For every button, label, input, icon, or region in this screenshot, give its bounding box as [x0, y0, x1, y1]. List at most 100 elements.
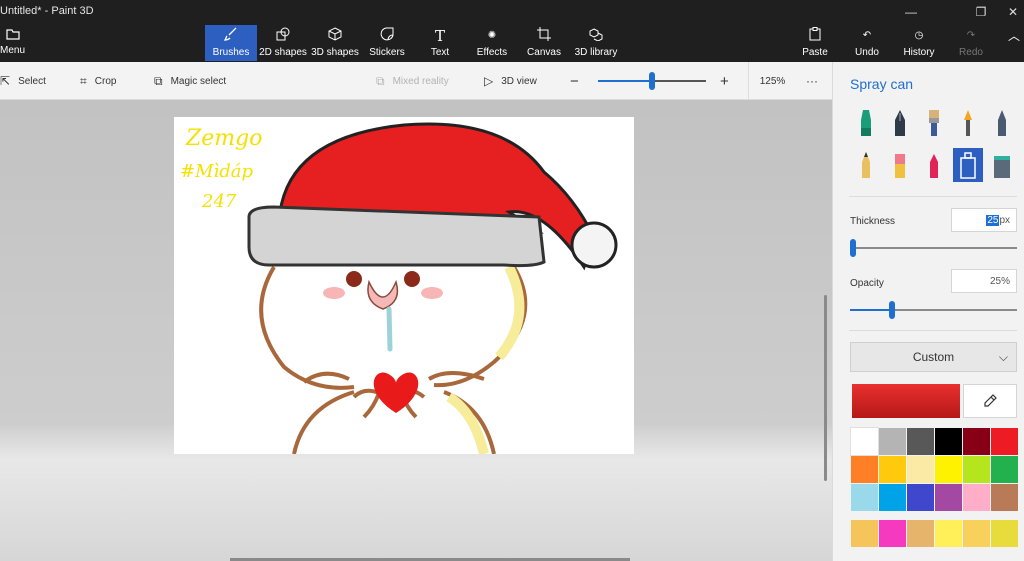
color-swatch-8[interactable] [879, 456, 906, 483]
color-swatch-10[interactable] [935, 456, 962, 483]
zoom-level[interactable]: 125% [748, 62, 796, 100]
brush-fill[interactable] [987, 148, 1017, 182]
custom-color-swatch-6[interactable] [991, 520, 1018, 547]
thickness-slider-thumb[interactable] [850, 239, 857, 257]
secondary-toolbar: ⇱ Select ⌗ Crop ⧉ Magic select ⧉ Mixed r… [0, 62, 832, 100]
paste-button[interactable]: Paste [796, 25, 834, 61]
tab-label: Text [430, 47, 450, 58]
color-swatch-17[interactable] [963, 484, 990, 511]
opacity-value: 25% [989, 275, 1010, 287]
color-swatch-4[interactable] [935, 428, 962, 455]
eyedropper-icon [984, 394, 997, 407]
custom-color-swatch-3[interactable] [907, 520, 934, 547]
3d-view-button[interactable]: ▷ 3D view [484, 62, 537, 100]
oil-brush-icon [929, 110, 939, 136]
brush-oil[interactable] [919, 106, 949, 140]
color-mode-dropdown[interactable]: Custom ⌵ [850, 342, 1017, 372]
color-swatch-12[interactable] [991, 456, 1018, 483]
custom-color-swatch-5[interactable] [963, 520, 990, 547]
history-label: History [903, 47, 935, 58]
vertical-scrollbar[interactable] [824, 295, 827, 481]
brush-watercolor[interactable] [953, 106, 983, 140]
brush-pixel-pen[interactable] [987, 106, 1017, 140]
crop-button[interactable]: ⌗ Crop [80, 62, 116, 100]
tab-stickers[interactable]: Stickers [364, 25, 410, 61]
color-swatch-18[interactable] [991, 484, 1018, 511]
history-icon: ◷ [914, 30, 924, 41]
thickness-slider[interactable] [850, 239, 1017, 257]
select-button[interactable]: ⇱ Select [0, 62, 46, 100]
mixed-reality-button[interactable]: ⧉ Mixed reality [376, 62, 449, 100]
calligraphy-pen-icon [895, 110, 905, 136]
more-options-button[interactable]: ··· [806, 62, 818, 100]
color-swatch-5[interactable] [963, 428, 990, 455]
canvas-icon [522, 27, 566, 45]
color-swatch-2[interactable] [879, 428, 906, 455]
color-swatch-3[interactable] [907, 428, 934, 455]
thickness-unit: px [999, 214, 1010, 226]
magic-select-button[interactable]: ⧉ Magic select [154, 62, 226, 100]
tab-effects[interactable]: ✺ Effects [470, 25, 514, 61]
brush-marker[interactable] [851, 106, 881, 140]
color-swatch-9[interactable] [907, 456, 934, 483]
brush-crayon[interactable] [919, 148, 949, 182]
crayon-icon [930, 154, 938, 178]
3d-library-icon [572, 27, 620, 45]
menu-button[interactable]: Menu [0, 26, 40, 60]
zoom-slider-thumb[interactable] [649, 72, 655, 90]
eyedropper-button[interactable] [963, 384, 1017, 418]
minimize-button[interactable]: — [888, 0, 934, 24]
tab-brushes[interactable]: Brushes [205, 25, 257, 61]
color-swatch-7[interactable] [851, 456, 878, 483]
color-swatch-1[interactable] [850, 427, 879, 456]
panel-title: Spray can [850, 76, 914, 92]
menu-label: Menu [0, 45, 26, 56]
zoom-in-button[interactable]: + [720, 62, 729, 100]
spray-can-icon [960, 152, 976, 179]
brush-eraser[interactable] [885, 148, 915, 182]
color-swatch-6[interactable] [991, 428, 1018, 455]
custom-color-swatch-1[interactable] [851, 520, 878, 547]
color-swatch-13[interactable] [851, 484, 878, 511]
zoom-slider[interactable] [598, 72, 706, 90]
custom-color-swatch-2[interactable] [879, 520, 906, 547]
collapse-button[interactable]: ︿ [1004, 25, 1024, 61]
artwork: Zemgo #Mìdáp 247 [180, 122, 618, 454]
tab-label: 2D shapes [259, 47, 307, 58]
custom-color-swatch-4[interactable] [935, 520, 962, 547]
tab-3d-library[interactable]: 3D library [572, 25, 620, 61]
folder-icon [6, 29, 20, 40]
color-swatch-11[interactable] [963, 456, 990, 483]
tab-2d-shapes[interactable]: 2D shapes [258, 25, 308, 61]
color-swatch-16[interactable] [935, 484, 962, 511]
color-swatch-14[interactable] [879, 484, 906, 511]
current-color[interactable] [852, 384, 960, 418]
drawing-canvas[interactable]: Zemgo #Mìdáp 247 [174, 117, 634, 454]
tab-text[interactable]: T Text [420, 25, 460, 61]
brush-pencil[interactable] [851, 148, 881, 182]
zoom-out-button[interactable]: − [570, 62, 579, 100]
brush-calligraphy-pen[interactable] [885, 106, 915, 140]
opacity-slider-thumb[interactable] [888, 301, 895, 319]
tab-canvas[interactable]: Canvas [522, 25, 566, 61]
opacity-slider[interactable] [850, 301, 1017, 319]
brush-spray-can[interactable] [953, 148, 983, 182]
redo-button[interactable]: ↷ Redo [952, 25, 990, 61]
mixed-reality-icon: ⧉ [376, 73, 385, 88]
undo-button[interactable]: ↶ Undo [848, 25, 886, 61]
opacity-input[interactable]: 25% [951, 269, 1017, 293]
tab-3d-shapes[interactable]: 3D shapes [310, 25, 360, 61]
fill-bucket-icon [994, 156, 1010, 178]
zoom-in-icon: + [720, 72, 729, 90]
workspace[interactable]: Zemgo #Mìdáp 247 [0, 100, 832, 561]
more-icon: ··· [806, 74, 818, 88]
close-button[interactable]: ✕ [990, 0, 1024, 24]
redo-icon: ↷ [966, 30, 976, 41]
handwriting-line-3: 247 [201, 191, 237, 212]
magic-select-label: Magic select [170, 75, 227, 87]
thickness-input[interactable]: 25 px [951, 208, 1017, 232]
color-swatch-15[interactable] [907, 484, 934, 511]
color-palette [850, 427, 1018, 511]
history-button[interactable]: ◷ History [898, 25, 940, 61]
2d-shapes-icon [258, 27, 308, 45]
